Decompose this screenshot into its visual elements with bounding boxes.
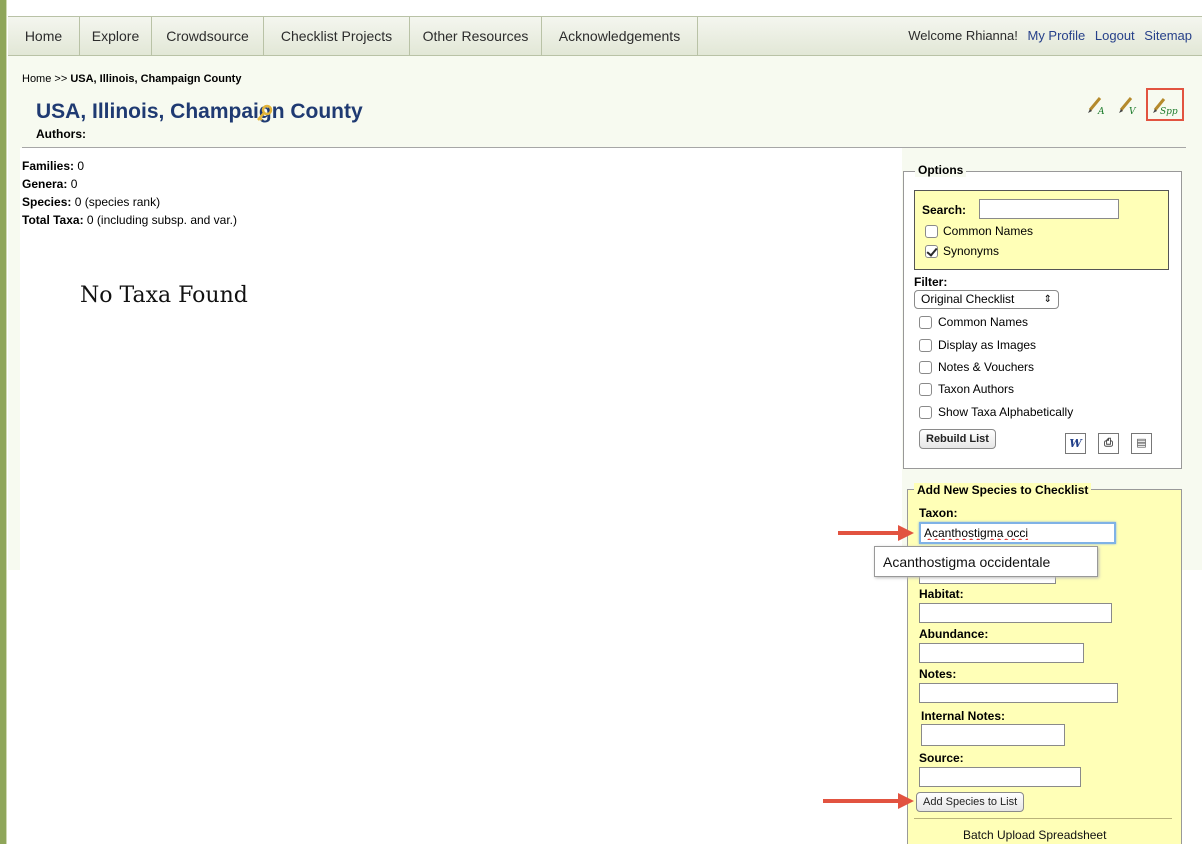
breadcrumb-home[interactable]: Home [22,73,51,85]
filter-select[interactable]: Original Checklist ⇕ [914,290,1059,309]
nav-home[interactable]: Home [8,17,80,55]
svg-text:Spp: Spp [1160,107,1178,117]
search-synonyms-checkbox[interactable] [925,245,938,258]
taxon-arrow-annotation [838,525,914,541]
nav-other-resources[interactable]: Other Resources [410,17,542,55]
taxon-label: Taxon: [919,506,958,520]
search-input[interactable] [979,199,1119,219]
habitat-input[interactable] [919,603,1112,623]
nav-crowdsource[interactable]: Crowdsource [152,17,264,55]
internal-notes-input[interactable] [921,724,1065,746]
search-common-names-checkbox[interactable] [925,225,938,238]
title-divider [22,147,1186,148]
display-common-names-checkbox[interactable] [919,316,932,329]
empty-message: No Taxa Found [80,283,248,308]
page-title: USA, Illinois, Champaign County [36,100,363,123]
add-button-arrow-annotation [823,793,914,809]
search-synonyms-label: Synonyms [943,244,1000,258]
add-species-button[interactable]: Add Species to List [916,792,1025,812]
search-common-names-label: Common Names [943,224,1034,238]
habitat-label: Habitat: [919,587,964,601]
display-images-label: Display as Images [938,338,1037,352]
word-export-icon[interactable]: W [1065,433,1086,454]
content-body-background [20,148,902,570]
edit-voucher-icon[interactable]: V [1115,92,1141,118]
main-nav-bar: Home Explore Crowdsource Checklist Proje… [8,16,1202,56]
nav-acknowledgements[interactable]: Acknowledgements [542,17,698,55]
show-alphabetically-checkbox[interactable] [919,406,932,419]
options-legend: Options [915,163,967,177]
nav-explore[interactable]: Explore [80,17,152,55]
abundance-label: Abundance: [919,627,989,641]
svg-text:V: V [1129,107,1137,117]
select-arrows-icon: ⇕ [1043,294,1052,305]
rebuild-list-button[interactable]: Rebuild List [919,429,996,449]
abundance-input[interactable] [919,643,1084,663]
add-species-legend: Add New Species to Checklist [914,483,1092,497]
source-label: Source: [919,751,964,765]
my-profile-link[interactable]: My Profile [1027,28,1085,43]
notes-label: Notes: [919,667,957,681]
breadcrumb: Home >> USA, Illinois, Champaign County [22,73,241,85]
total-taxa-stat: Total Taxa: 0 (including subsp. and var.… [22,213,238,227]
sitemap-link[interactable]: Sitemap [1144,28,1192,43]
nav-checklist-projects[interactable]: Checklist Projects [264,17,410,55]
source-input[interactable] [919,767,1081,787]
taxon-input[interactable] [919,522,1116,544]
logout-link[interactable]: Logout [1095,28,1135,43]
show-alphabetically-label: Show Taxa Alphabetically [938,405,1074,419]
internal-notes-label: Internal Notes: [921,709,1006,723]
user-nav: Welcome Rhianna! My Profile Logout Sitem… [908,17,1192,55]
filter-label: Filter: [914,275,948,289]
batch-divider [914,818,1172,819]
clipboard-icon[interactable]: ▤ [1131,433,1152,454]
breadcrumb-current: USA, Illinois, Champaign County [70,73,242,85]
display-images-checkbox[interactable] [919,339,932,352]
print-icon[interactable]: ⎙ [1098,433,1119,454]
key-icon[interactable] [254,104,274,124]
taxon-authors-label: Taxon Authors [938,382,1015,396]
edit-species-icon[interactable]: Spp [1150,92,1182,118]
display-common-names-label: Common Names [938,315,1029,329]
breadcrumb-separator: >> [54,73,68,85]
batch-upload-link[interactable]: Batch Upload Spreadsheet [963,828,1106,842]
notes-vouchers-label: Notes & Vouchers [938,360,1035,374]
families-stat: Families: 0 [22,159,85,173]
search-label: Search: [922,203,967,217]
taxon-authors-checkbox[interactable] [919,383,932,396]
genera-stat: Genera: 0 [22,177,78,191]
svg-text:A: A [1097,107,1105,117]
notes-input[interactable] [919,683,1118,703]
autocomplete-suggestion[interactable]: Acanthostigma occidentale [874,546,1098,577]
authors-label: Authors: [36,127,86,141]
page-left-border-inner [6,0,7,844]
notes-vouchers-checkbox[interactable] [919,361,932,374]
species-stat: Species: 0 (species rank) [22,195,161,209]
welcome-text: Welcome Rhianna! [908,28,1018,43]
edit-admin-icon[interactable]: A [1084,92,1110,118]
